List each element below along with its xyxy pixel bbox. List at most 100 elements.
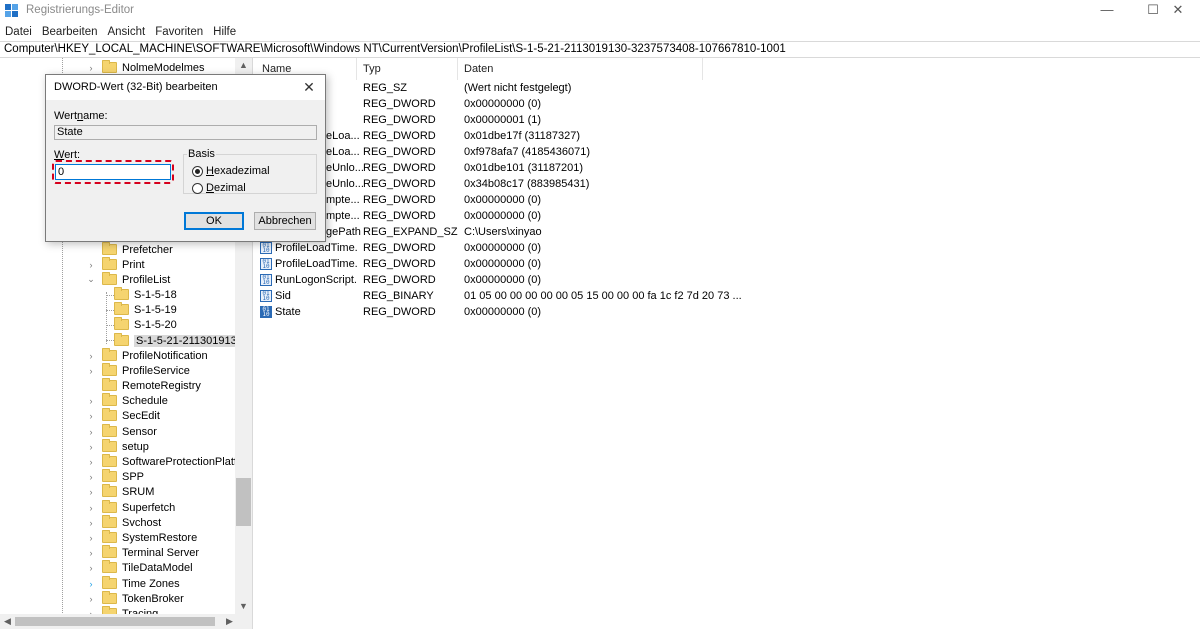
value-row[interactable]: 01 10 ProfileLoadTime... REG_DWORD 0x0000… xyxy=(256,240,956,256)
chevron-right-icon[interactable]: › xyxy=(86,594,96,604)
close-button[interactable]: ✕ xyxy=(1156,0,1200,22)
tree-item[interactable]: › Time Zones xyxy=(86,576,180,591)
value-row[interactable]: eUnlo... REG_DWORD 0x34b08c17 (883985431… xyxy=(256,176,956,192)
tree-item[interactable]: › Svchost xyxy=(86,515,161,530)
chevron-right-icon[interactable]: › xyxy=(86,533,96,543)
scrollbar-thumb[interactable] xyxy=(236,478,251,526)
value-row[interactable]: mpte... REG_DWORD 0x00000000 (0) xyxy=(256,192,956,208)
scroll-up-arrow-icon[interactable]: ▲ xyxy=(235,58,252,73)
radio-unchecked-icon[interactable] xyxy=(192,182,203,194)
value-name: State xyxy=(275,306,301,318)
chevron-right-icon[interactable]: › xyxy=(86,472,96,482)
value-row[interactable]: 01 10 RunLogonScript... REG_DWORD 0x00000… xyxy=(256,272,956,288)
tree-item-label: NolmeModelmes xyxy=(122,61,205,74)
tree-item[interactable]: › setup xyxy=(86,439,149,454)
hexadecimal-radio[interactable]: Hexadezimal xyxy=(192,165,270,177)
ok-button[interactable]: OK xyxy=(184,212,244,230)
tree-item[interactable]: RemoteRegistry xyxy=(86,378,201,393)
radio-checked-icon[interactable] xyxy=(192,165,203,177)
chevron-right-icon[interactable]: › xyxy=(86,548,96,558)
tree-item-label: TokenBroker xyxy=(122,592,184,605)
value-row[interactable]: REG_DWORD 0x00000000 (0) xyxy=(256,96,956,112)
chevron-right-icon[interactable]: › xyxy=(86,396,96,406)
scroll-right-arrow-icon[interactable]: ▶ xyxy=(222,614,237,629)
chevron-right-icon[interactable]: › xyxy=(86,63,96,73)
value-row[interactable]: REG_SZ (Wert nicht festgelegt) xyxy=(256,80,956,96)
chevron-right-icon[interactable]: › xyxy=(86,457,96,467)
tree-item[interactable]: S-1-5-18 xyxy=(114,287,177,302)
column-header-data[interactable]: Daten xyxy=(458,58,703,80)
value-row[interactable]: gePath REG_EXPAND_SZ C:\Users\xinyao xyxy=(256,224,956,240)
value-row[interactable]: 01 10 ProfileLoadTime... REG_DWORD 0x0000… xyxy=(256,256,956,272)
expander-placeholder xyxy=(86,381,96,391)
value-row-selected[interactable]: 01 10 State REG_DWORD 0x00000000 (0) xyxy=(256,304,956,320)
chevron-right-icon[interactable]: › xyxy=(86,518,96,528)
tree-item[interactable]: › Print xyxy=(86,257,145,272)
tree-item[interactable]: S-1-5-20 xyxy=(114,317,177,332)
chevron-right-icon[interactable]: › xyxy=(86,487,96,497)
tree-item[interactable]: › SRUM xyxy=(86,484,154,499)
chevron-right-icon[interactable]: › xyxy=(86,260,96,270)
menu-ansicht[interactable]: Ansicht xyxy=(102,23,150,41)
minimize-button[interactable]: — xyxy=(1084,0,1130,22)
tree-item[interactable]: › Superfetch xyxy=(86,500,175,515)
value-row[interactable]: eLoa... REG_DWORD 0x01dbe17f (31187327) xyxy=(256,128,956,144)
value-type: REG_DWORD xyxy=(363,210,436,222)
tree-item[interactable]: › ProfileNotification xyxy=(86,348,208,363)
tree-item[interactable]: › TokenBroker xyxy=(86,591,184,606)
cancel-button[interactable]: Abbrechen xyxy=(254,212,316,230)
column-header-type[interactable]: Typ xyxy=(357,58,458,80)
tree-item-label: SPP xyxy=(122,470,145,483)
tree-item[interactable]: › SPP xyxy=(86,469,144,484)
dialog-close-icon[interactable]: ✕ xyxy=(298,78,320,96)
chevron-right-icon[interactable]: › xyxy=(86,411,96,421)
folder-icon xyxy=(102,454,117,467)
chevron-down-icon[interactable]: ⌄ xyxy=(86,274,96,285)
tree-item-selected[interactable]: S-1-5-21-2113019130-32 xyxy=(114,333,252,348)
tree-item[interactable]: › SoftwareProtectionPlatform xyxy=(86,454,252,469)
value-data: 01 05 00 00 00 00 00 05 15 00 00 00 fa 1… xyxy=(464,290,742,302)
chevron-right-icon[interactable]: › xyxy=(86,427,96,437)
tree-item[interactable]: › Sensor xyxy=(86,424,157,439)
value-row[interactable]: 01 10 Sid REG_BINARY 01 05 00 00 00 00 00… xyxy=(256,288,956,304)
menu-hilfe[interactable]: Hilfe xyxy=(208,23,241,41)
value-row[interactable]: eLoa... REG_DWORD 0xf978afa7 (4185436071… xyxy=(256,144,956,160)
chevron-right-icon[interactable]: › xyxy=(86,503,96,513)
folder-icon xyxy=(102,439,117,452)
tree-item[interactable]: › Terminal Server xyxy=(86,545,199,560)
folder-icon xyxy=(114,287,129,300)
tree-item[interactable]: › SecEdit xyxy=(86,408,160,423)
tree-item[interactable]: › Schedule xyxy=(86,393,168,408)
tree-item-label: Prefetcher xyxy=(122,243,173,256)
chevron-right-icon[interactable]: › xyxy=(86,351,96,361)
scrollbar-thumb[interactable] xyxy=(15,617,215,626)
tree-item[interactable]: Prefetcher xyxy=(86,242,173,257)
address-bar[interactable]: Computer\HKEY_LOCAL_MACHINE\SOFTWARE\Mic… xyxy=(0,41,1200,58)
scroll-left-arrow-icon[interactable]: ◀ xyxy=(0,614,15,629)
tree-item[interactable]: › TileDataModel xyxy=(86,560,193,575)
scroll-down-arrow-icon[interactable]: ▼ xyxy=(235,599,252,614)
label-part: exadezimal xyxy=(213,165,270,177)
tree-item-profilelist[interactable]: ⌄ ProfileList xyxy=(86,272,170,287)
decimal-radio[interactable]: Dezimal xyxy=(192,182,246,194)
menu-datei[interactable]: Datei xyxy=(0,23,37,41)
value-row[interactable]: mpte... REG_DWORD 0x00000000 (0) xyxy=(256,208,956,224)
dword-value-icon: 01 10 xyxy=(260,306,272,318)
value-row[interactable]: REG_DWORD 0x00000001 (1) xyxy=(256,112,956,128)
chevron-right-icon[interactable]: › xyxy=(86,442,96,452)
dialog-title-bar[interactable]: DWORD-Wert (32-Bit) bearbeiten ✕ xyxy=(46,75,325,100)
tree-item[interactable]: › NolmeModelmes xyxy=(86,60,205,75)
tree-item[interactable]: › ProfileService xyxy=(86,363,190,378)
tree-item[interactable]: › SystemRestore xyxy=(86,530,197,545)
value-data: C:\Users\xinyao xyxy=(464,226,542,238)
tree-horizontal-scrollbar[interactable]: ◀ ▶ xyxy=(0,614,252,629)
dialog-title: DWORD-Wert (32-Bit) bearbeiten xyxy=(54,81,218,93)
value-data: 0x34b08c17 (883985431) xyxy=(464,178,590,190)
chevron-right-icon[interactable]: › xyxy=(86,366,96,376)
menu-favoriten[interactable]: Favoriten xyxy=(150,23,208,41)
chevron-right-icon[interactable]: › xyxy=(86,563,96,573)
value-row[interactable]: eUnlo... REG_DWORD 0x01dbe101 (31187201) xyxy=(256,160,956,176)
chevron-right-icon[interactable]: › xyxy=(86,579,96,589)
menu-bearbeiten[interactable]: Bearbeiten xyxy=(37,23,103,41)
tree-item[interactable]: S-1-5-19 xyxy=(114,302,177,317)
